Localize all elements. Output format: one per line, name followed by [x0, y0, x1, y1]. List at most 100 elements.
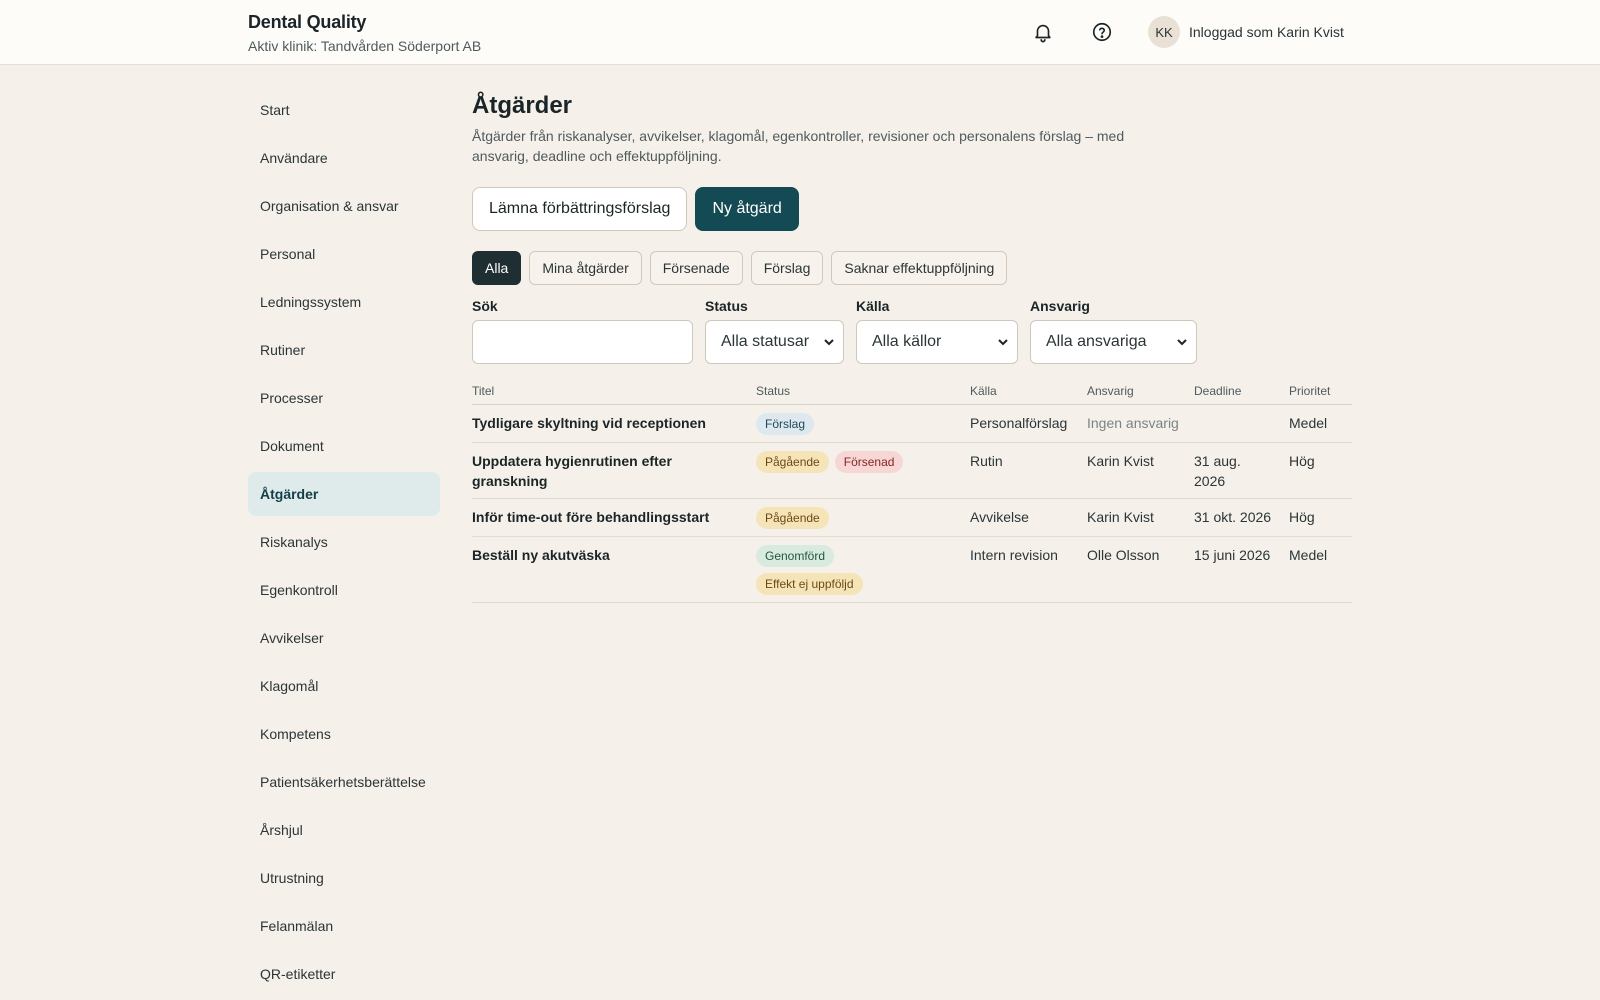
- sidebar-item-anvandare[interactable]: Användare: [248, 136, 440, 180]
- chip-saknar-effektuppfoljning[interactable]: Saknar effektuppföljning: [831, 251, 1008, 285]
- sidebar-item-start[interactable]: Start: [248, 88, 440, 132]
- source-select-value: Alla källor: [872, 333, 942, 350]
- sidebar-item-processer[interactable]: Processer: [248, 376, 440, 420]
- chevron-down-icon: [824, 339, 834, 346]
- source-label: Källa: [856, 298, 890, 314]
- status-badge: Försenad: [834, 451, 904, 473]
- status-badge: Förslag: [756, 413, 815, 435]
- owner-field: Ansvarig Alla ansvariga: [1030, 298, 1197, 364]
- row-source: Avvikelse: [970, 498, 1087, 537]
- column-header-priority[interactable]: Prioritet: [1289, 384, 1352, 405]
- page-title: Åtgärder: [472, 92, 573, 119]
- chip-alla[interactable]: Alla: [472, 251, 522, 285]
- row-status: Förslag: [756, 404, 970, 443]
- search-label: Sök: [472, 298, 498, 314]
- chip-mina-atgarder[interactable]: Mina åtgärder: [529, 251, 642, 285]
- row-title[interactable]: Tydligare skyltning vid receptionen: [472, 404, 756, 443]
- row-priority: Hög: [1289, 442, 1352, 499]
- owner-label: Ansvarig: [1030, 298, 1090, 314]
- sidebar-item-avvikelser[interactable]: Avvikelser: [248, 616, 440, 660]
- quick-filters: Alla Mina åtgärder Försenade Förslag Sak…: [472, 251, 1352, 285]
- notifications-button[interactable]: [1031, 20, 1055, 44]
- row-owner: Ingen ansvarig: [1087, 404, 1194, 443]
- row-priority: Medel: [1289, 536, 1352, 603]
- sidebar-item-kompetens[interactable]: Kompetens: [248, 712, 440, 756]
- chip-forsenade[interactable]: Försenade: [649, 251, 743, 285]
- help-button[interactable]: [1090, 20, 1114, 44]
- row-owner: Karin Kvist: [1087, 498, 1194, 537]
- active-clinic: Aktiv klinik: Tandvården Söderport AB: [248, 38, 482, 54]
- row-source: Rutin: [970, 442, 1087, 499]
- status-badge: Pågående: [756, 507, 829, 529]
- chevron-down-icon: [998, 339, 1008, 346]
- app-title[interactable]: Dental Quality: [248, 12, 481, 33]
- row-title[interactable]: Beställ ny akutväska: [472, 536, 756, 603]
- status-badge: Pågående: [756, 451, 829, 473]
- source-select[interactable]: Alla källor: [856, 320, 1018, 364]
- table-row[interactable]: Inför time-out före behandlingsstart Påg…: [472, 498, 1352, 537]
- user-menu[interactable]: KK Inloggad som Karin Kvist: [1148, 16, 1344, 48]
- column-header-owner[interactable]: Ansvarig: [1087, 384, 1194, 405]
- brand: Dental Quality Aktiv klinik: Tandvården …: [248, 12, 481, 54]
- owner-select-value: Alla ansvariga: [1046, 333, 1147, 350]
- page-actions: Lämna förbättringsförslag Ny åtgärd: [472, 187, 1352, 231]
- row-deadline: 15 juni 2026: [1194, 536, 1289, 603]
- sidebar-item-felanmalan[interactable]: Felanmälan: [248, 904, 440, 948]
- avatar: KK: [1148, 16, 1180, 48]
- bell-icon: [1035, 24, 1051, 43]
- column-header-status[interactable]: Status: [756, 384, 970, 405]
- sidebar-item-egenkontroll[interactable]: Egenkontroll: [248, 568, 440, 612]
- status-field: Status Alla statusar: [705, 298, 844, 364]
- status-badge: Genomförd: [756, 545, 835, 567]
- sidebar-item-ledningssystem[interactable]: Ledningssystem: [248, 280, 440, 324]
- new-action-button[interactable]: Ny åtgärd: [695, 187, 799, 231]
- column-header-source[interactable]: Källa: [970, 384, 1087, 405]
- row-status: Pågående: [756, 498, 970, 537]
- sidebar-item-dokument[interactable]: Dokument: [248, 424, 440, 468]
- status-label: Status: [705, 298, 748, 314]
- owner-select[interactable]: Alla ansvariga: [1030, 320, 1197, 364]
- row-status: Genomförd Effekt ej uppföljd: [756, 536, 970, 603]
- row-title[interactable]: Uppdatera hygienrutinen efter granskning: [472, 442, 756, 499]
- row-priority: Medel: [1289, 404, 1352, 443]
- row-source: Personalförslag: [970, 404, 1087, 443]
- sidebar-item-utrustning[interactable]: Utrustning: [248, 856, 440, 900]
- search-field: Sök: [472, 298, 693, 364]
- sidebar-item-riskanalys[interactable]: Riskanalys: [248, 520, 440, 564]
- row-deadline: 31 okt. 2026: [1194, 498, 1289, 537]
- sidebar-item-atgarder[interactable]: Åtgärder: [248, 472, 440, 516]
- filter-bar: Sök Status Alla statusar Källa Alla käll…: [472, 298, 1352, 364]
- sidebar-item-rutiner[interactable]: Rutiner: [248, 328, 440, 372]
- row-deadline: 31 aug. 2026: [1194, 442, 1289, 499]
- sidebar-item-organisation[interactable]: Organisation & ansvar: [248, 184, 440, 228]
- main-content: Åtgärder Åtgärder från riskanalyser, avv…: [472, 88, 1352, 603]
- column-header-title[interactable]: Titel: [472, 384, 756, 405]
- actions-table: Titel Status Källa Ansvarig Deadline Pri…: [472, 384, 1352, 603]
- row-priority: Hög: [1289, 498, 1352, 537]
- table-row[interactable]: Uppdatera hygienrutinen efter granskning…: [472, 442, 1352, 499]
- sidebar-item-klagomal[interactable]: Klagomål: [248, 664, 440, 708]
- column-header-deadline[interactable]: Deadline: [1194, 384, 1289, 405]
- suggest-improvement-button[interactable]: Lämna förbättringsförslag: [472, 187, 688, 231]
- sidebar-item-arshjul[interactable]: Årshjul: [248, 808, 440, 852]
- row-deadline: [1194, 404, 1289, 443]
- table-header: Titel Status Källa Ansvarig Deadline Pri…: [472, 384, 1352, 405]
- logged-in-user: Inloggad som Karin Kvist: [1189, 24, 1344, 40]
- status-select[interactable]: Alla statusar: [705, 320, 844, 364]
- source-field: Källa Alla källor: [856, 298, 1018, 364]
- search-input[interactable]: [472, 320, 693, 364]
- row-title[interactable]: Inför time-out före behandlingsstart: [472, 498, 756, 537]
- sidebar-item-qr-etiketter[interactable]: QR-etiketter: [248, 952, 440, 996]
- chip-forslag[interactable]: Förslag: [750, 251, 824, 285]
- sidebar-item-patientsakerhetsberattelse[interactable]: Patientsäkerhetsberättelse: [248, 760, 440, 804]
- row-owner: Karin Kvist: [1087, 442, 1194, 499]
- status-badge: Effekt ej uppföljd: [756, 573, 863, 595]
- help-circle-icon: [1092, 22, 1112, 42]
- table-row[interactable]: Beställ ny akutväska Genomförd Effekt ej…: [472, 536, 1352, 603]
- page-description: Åtgärder från riskanalyser, avvikelser, …: [472, 128, 1125, 164]
- chevron-down-icon: [1177, 339, 1187, 346]
- sidebar: Start Användare Organisation & ansvar Pe…: [248, 88, 440, 1000]
- table-row[interactable]: Tydligare skyltning vid receptionen Förs…: [472, 404, 1352, 443]
- status-select-value: Alla statusar: [721, 333, 810, 350]
- sidebar-item-personal[interactable]: Personal: [248, 232, 440, 276]
